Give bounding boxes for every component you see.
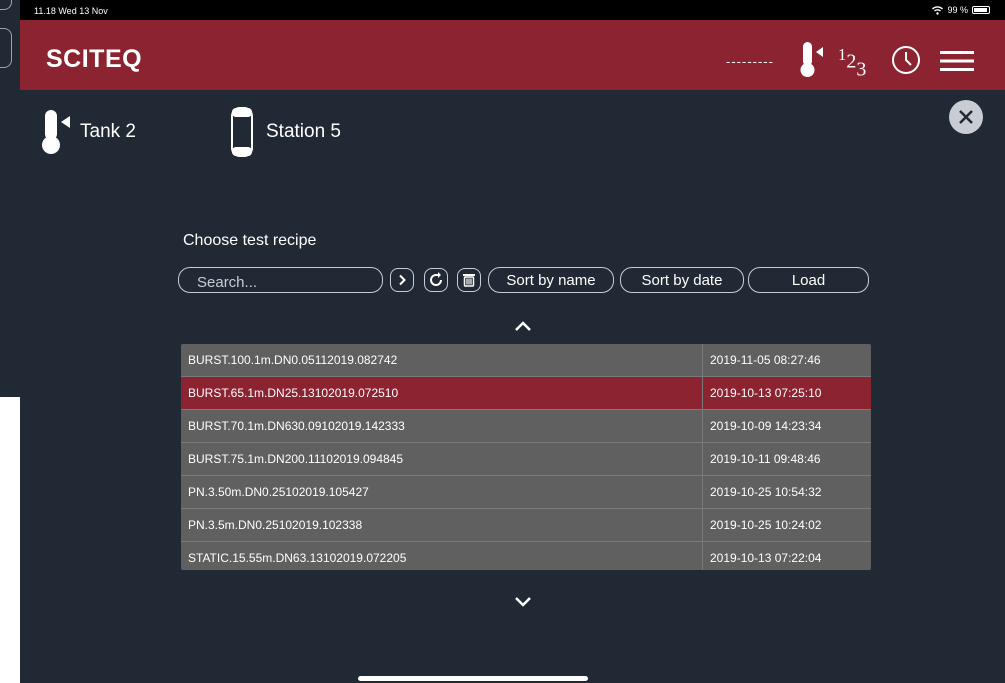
refresh-button[interactable] — [424, 268, 448, 292]
tank-label: Tank 2 — [80, 121, 136, 142]
load-button[interactable]: Load — [748, 267, 869, 293]
table-row[interactable]: STATIC.15.55m.DN63.13102019.072205 2019-1… — [181, 542, 871, 570]
counter-icon[interactable]: 123 — [838, 45, 866, 82]
battery-icon — [972, 6, 990, 14]
recipe-table: BURST.100.1m.DN0.05112019.082742 2019-11-… — [181, 344, 871, 570]
app-logo: SCITEQ — [46, 45, 143, 73]
recipe-name-cell: BURST.70.1m.DN630.09102019.142333 — [181, 410, 703, 442]
recipe-date-cell: 2019-10-11 09:48:46 — [710, 452, 821, 466]
thermometer-icon[interactable] — [797, 40, 825, 80]
recipe-name-cell: STATIC.15.55m.DN63.13102019.072205 — [181, 542, 703, 570]
recipe-name-cell: BURST.100.1m.DN0.05112019.082742 — [181, 344, 703, 376]
status-time: 11.18 Wed 13 Nov — [34, 6, 108, 16]
station-label: Station 5 — [266, 121, 341, 142]
background-button — [0, 28, 12, 68]
top-bar: SCITEQ --------- 123 — [20, 20, 1005, 90]
sort-by-name-button[interactable]: Sort by name — [488, 267, 614, 293]
app-screen: 11.18 Wed 13 Nov 99 % SCITEQ --------- 1… — [20, 0, 1005, 683]
trash-icon — [463, 274, 475, 287]
table-row[interactable]: BURST.75.1m.DN200.11102019.094845 2019-10… — [181, 443, 871, 476]
table-row[interactable]: BURST.65.1m.DN25.13102019.072510 2019-10-… — [181, 377, 871, 410]
recipe-date-cell: 2019-10-13 07:25:10 — [710, 386, 822, 400]
table-row[interactable]: BURST.70.1m.DN630.09102019.142333 2019-10… — [181, 410, 871, 443]
search-input[interactable] — [178, 267, 383, 293]
chevron-down-icon[interactable] — [514, 596, 532, 608]
clock-icon[interactable] — [891, 45, 921, 75]
delete-button[interactable] — [457, 268, 481, 292]
wifi-icon — [932, 5, 944, 15]
battery-percent: 99 % — [947, 5, 968, 15]
recipe-name-cell: BURST.65.1m.DN25.13102019.072510 — [181, 377, 703, 409]
recipe-name-cell: BURST.75.1m.DN200.11102019.094845 — [181, 443, 703, 475]
recipe-date-cell: 2019-11-05 08:27:46 — [710, 353, 821, 367]
station-indicator[interactable]: Station 5 — [230, 106, 341, 158]
table-row[interactable]: BURST.100.1m.DN0.05112019.082742 2019-11-… — [181, 344, 871, 377]
counter-two: 2 — [846, 50, 857, 73]
go-button[interactable] — [390, 268, 414, 292]
refresh-icon — [430, 272, 442, 286]
recipe-date-cell: 2019-10-13 07:22:04 — [710, 551, 822, 565]
close-icon — [959, 110, 973, 124]
status-right: 99 % — [932, 5, 990, 15]
chevron-right-icon — [399, 274, 406, 286]
table-row[interactable]: PN.3.50m.DN0.25102019.105427 2019-10-25 1… — [181, 476, 871, 509]
status-bar: 11.18 Wed 13 Nov 99 % — [20, 0, 1005, 20]
test-tube-icon — [231, 107, 253, 157]
tank-indicator[interactable]: Tank 2 — [40, 108, 136, 156]
recipe-title: Choose test recipe — [183, 232, 317, 249]
menu-icon[interactable] — [940, 51, 974, 71]
close-button[interactable] — [949, 100, 983, 134]
recipe-name-cell: PN.3.50m.DN0.25102019.105427 — [181, 476, 703, 508]
reading-placeholder: --------- — [726, 54, 774, 69]
recipe-name-cell: PN.3.5m.DN0.25102019.102338 — [181, 509, 703, 541]
home-indicator[interactable] — [358, 676, 588, 681]
background-button — [0, 0, 12, 10]
recipe-date-cell: 2019-10-09 14:23:34 — [710, 419, 822, 433]
sort-by-date-button[interactable]: Sort by date — [620, 267, 744, 293]
counter-three: 3 — [856, 58, 867, 81]
thermometer-icon — [42, 110, 70, 154]
table-row[interactable]: PN.3.5m.DN0.25102019.102338 2019-10-25 10… — [181, 509, 871, 542]
recipe-date-cell: 2019-10-25 10:54:32 — [710, 485, 822, 499]
recipe-date-cell: 2019-10-25 10:24:02 — [710, 518, 822, 532]
chevron-up-icon[interactable] — [514, 320, 532, 332]
